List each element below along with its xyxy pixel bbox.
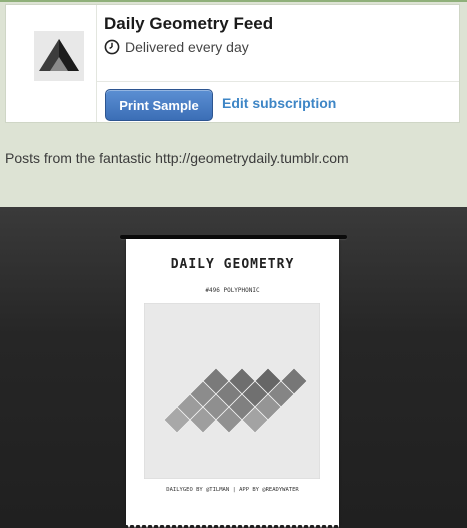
triangle-logo-icon [34,31,84,81]
top-accent-line [0,0,467,2]
receipt-issue: #496 POLYPHONIC [205,287,260,294]
printer-preview: DAILY GEOMETRY #496 POLYPHONIC DAILYGEO … [0,207,467,528]
clock-icon [104,39,120,55]
delivery-schedule: Delivered every day [104,39,249,55]
publication-description: Posts from the fantastic http://geometry… [5,150,349,166]
edit-subscription-link[interactable]: Edit subscription [222,95,336,111]
logo-panel [6,5,97,122]
receipt-credit: DAILYGEO BY @TILMAN | APP BY @READYWATER [166,487,299,493]
card-divider [97,81,459,82]
publication-card: Daily Geometry Feed Delivered every day … [5,4,460,123]
receipt-title: DAILY GEOMETRY [170,257,295,272]
publication-title: Daily Geometry Feed [104,14,274,33]
print-sample-button[interactable]: Print Sample [105,89,213,121]
receipt-torn-edge [126,522,339,528]
sample-receipt: DAILY GEOMETRY #496 POLYPHONIC DAILYGEO … [126,239,339,525]
geometry-artwork [144,303,320,479]
delivery-schedule-text: Delivered every day [125,39,249,55]
